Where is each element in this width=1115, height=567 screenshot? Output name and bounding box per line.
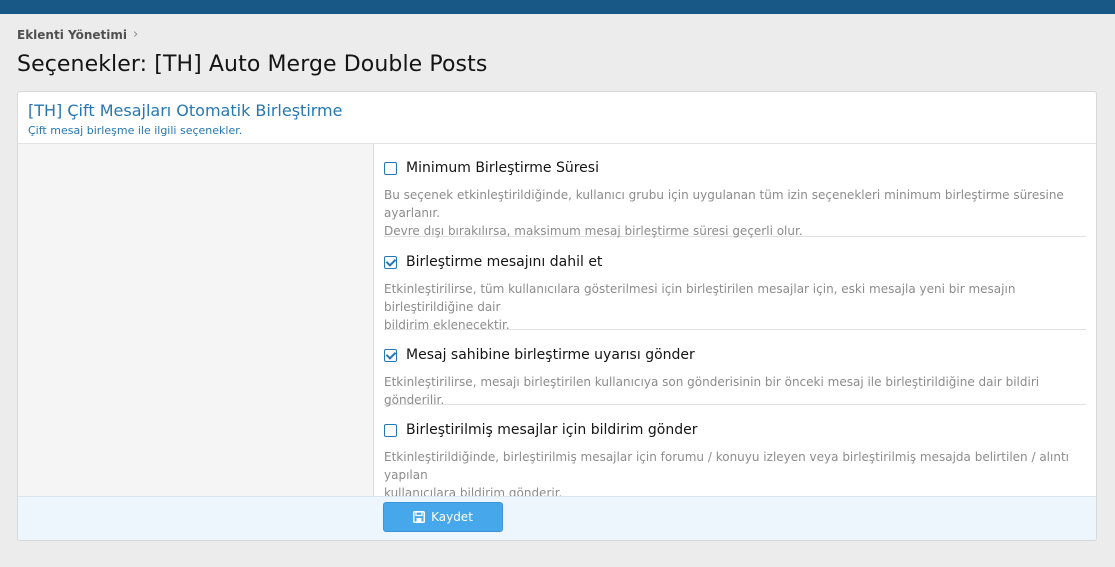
option-label-row[interactable]: Birleştirme mesajını dahil et [384, 254, 1086, 270]
checkbox-send-notifications[interactable] [384, 423, 397, 437]
block-title: [TH] Çift Mesajları Otomatik Birleştirme [28, 101, 343, 120]
option-description-line: Etkinleştirilirse, tüm kullanıcılara gös… [384, 282, 1016, 314]
option-label: Birleştirme mesajını dahil et [406, 254, 603, 270]
options-left-pane [18, 144, 374, 498]
option-include-merge-message: Birleştirme mesajını dahil et Etkinleşti… [384, 254, 1086, 332]
option-description: Etkinleştirilirse, mesajı birleştirilen … [384, 373, 1086, 409]
option-label-row[interactable]: Minimum Birleştirme Süresi [384, 160, 1086, 176]
checkbox-send-merge-alert[interactable] [384, 348, 397, 362]
option-description-line: bildirim eklenecektir. [384, 318, 510, 332]
checkbox-minimum-merge-time[interactable] [384, 161, 397, 175]
options-right-pane: Minimum Birleştirme Süresi Bu seçenek et… [374, 144, 1096, 500]
block-description: Çift mesaj birleşme ile ilgili seçenekle… [28, 124, 243, 137]
option-label-row[interactable]: Birleştirilmiş mesajlar için bildirim gö… [384, 422, 1086, 438]
option-description: Etkinleştirildiğinde, birleştirilmiş mes… [384, 448, 1086, 502]
save-button-label: Kaydet [431, 510, 473, 524]
option-label: Mesaj sahibine birleştirme uyarısı gönde… [406, 347, 695, 363]
option-label: Birleştirilmiş mesajlar için bildirim gö… [406, 422, 698, 438]
option-label: Minimum Birleştirme Süresi [406, 160, 599, 176]
option-description-line: Bu seçenek etkinleştirildiğinde, kullanı… [384, 188, 1064, 220]
checkbox-include-merge-message[interactable] [384, 255, 397, 269]
block-header: [TH] Çift Mesajları Otomatik Birleştirme… [18, 92, 1096, 144]
save-button[interactable]: Kaydet [383, 502, 503, 532]
option-description: Etkinleştirilirse, tüm kullanıcılara gös… [384, 280, 1086, 334]
option-description-line: Devre dışı bırakılırsa, maksimum mesaj b… [384, 224, 803, 238]
page-title: Seçenekler: [TH] Auto Merge Double Posts [17, 52, 488, 77]
option-send-merge-alert: Mesaj sahibine birleştirme uyarısı gönde… [384, 347, 1086, 407]
option-description-line: Etkinleştirildiğinde, birleştirilmiş mes… [384, 450, 1069, 482]
options-body: Minimum Birleştirme Süresi Bu seçenek et… [18, 144, 1096, 500]
save-icon [413, 511, 426, 523]
option-label-row[interactable]: Mesaj sahibine birleştirme uyarısı gönde… [384, 347, 1086, 363]
top-bar [0, 0, 1115, 14]
chevron-right-icon: › [132, 27, 139, 42]
breadcrumb-link-addon-management[interactable]: Eklenti Yönetimi [17, 28, 127, 42]
form-footer: Kaydet [18, 496, 1096, 540]
option-description: Bu seçenek etkinleştirildiğinde, kullanı… [384, 186, 1086, 240]
option-minimum-merge-time: Minimum Birleştirme Süresi Bu seçenek et… [384, 160, 1086, 240]
options-block: [TH] Çift Mesajları Otomatik Birleştirme… [17, 91, 1097, 541]
breadcrumb: Eklenti Yönetimi › [17, 27, 138, 42]
option-description-line: Etkinleştirilirse, mesajı birleştirilen … [384, 375, 1040, 407]
option-send-notifications: Birleştirilmiş mesajlar için bildirim gö… [384, 422, 1086, 500]
